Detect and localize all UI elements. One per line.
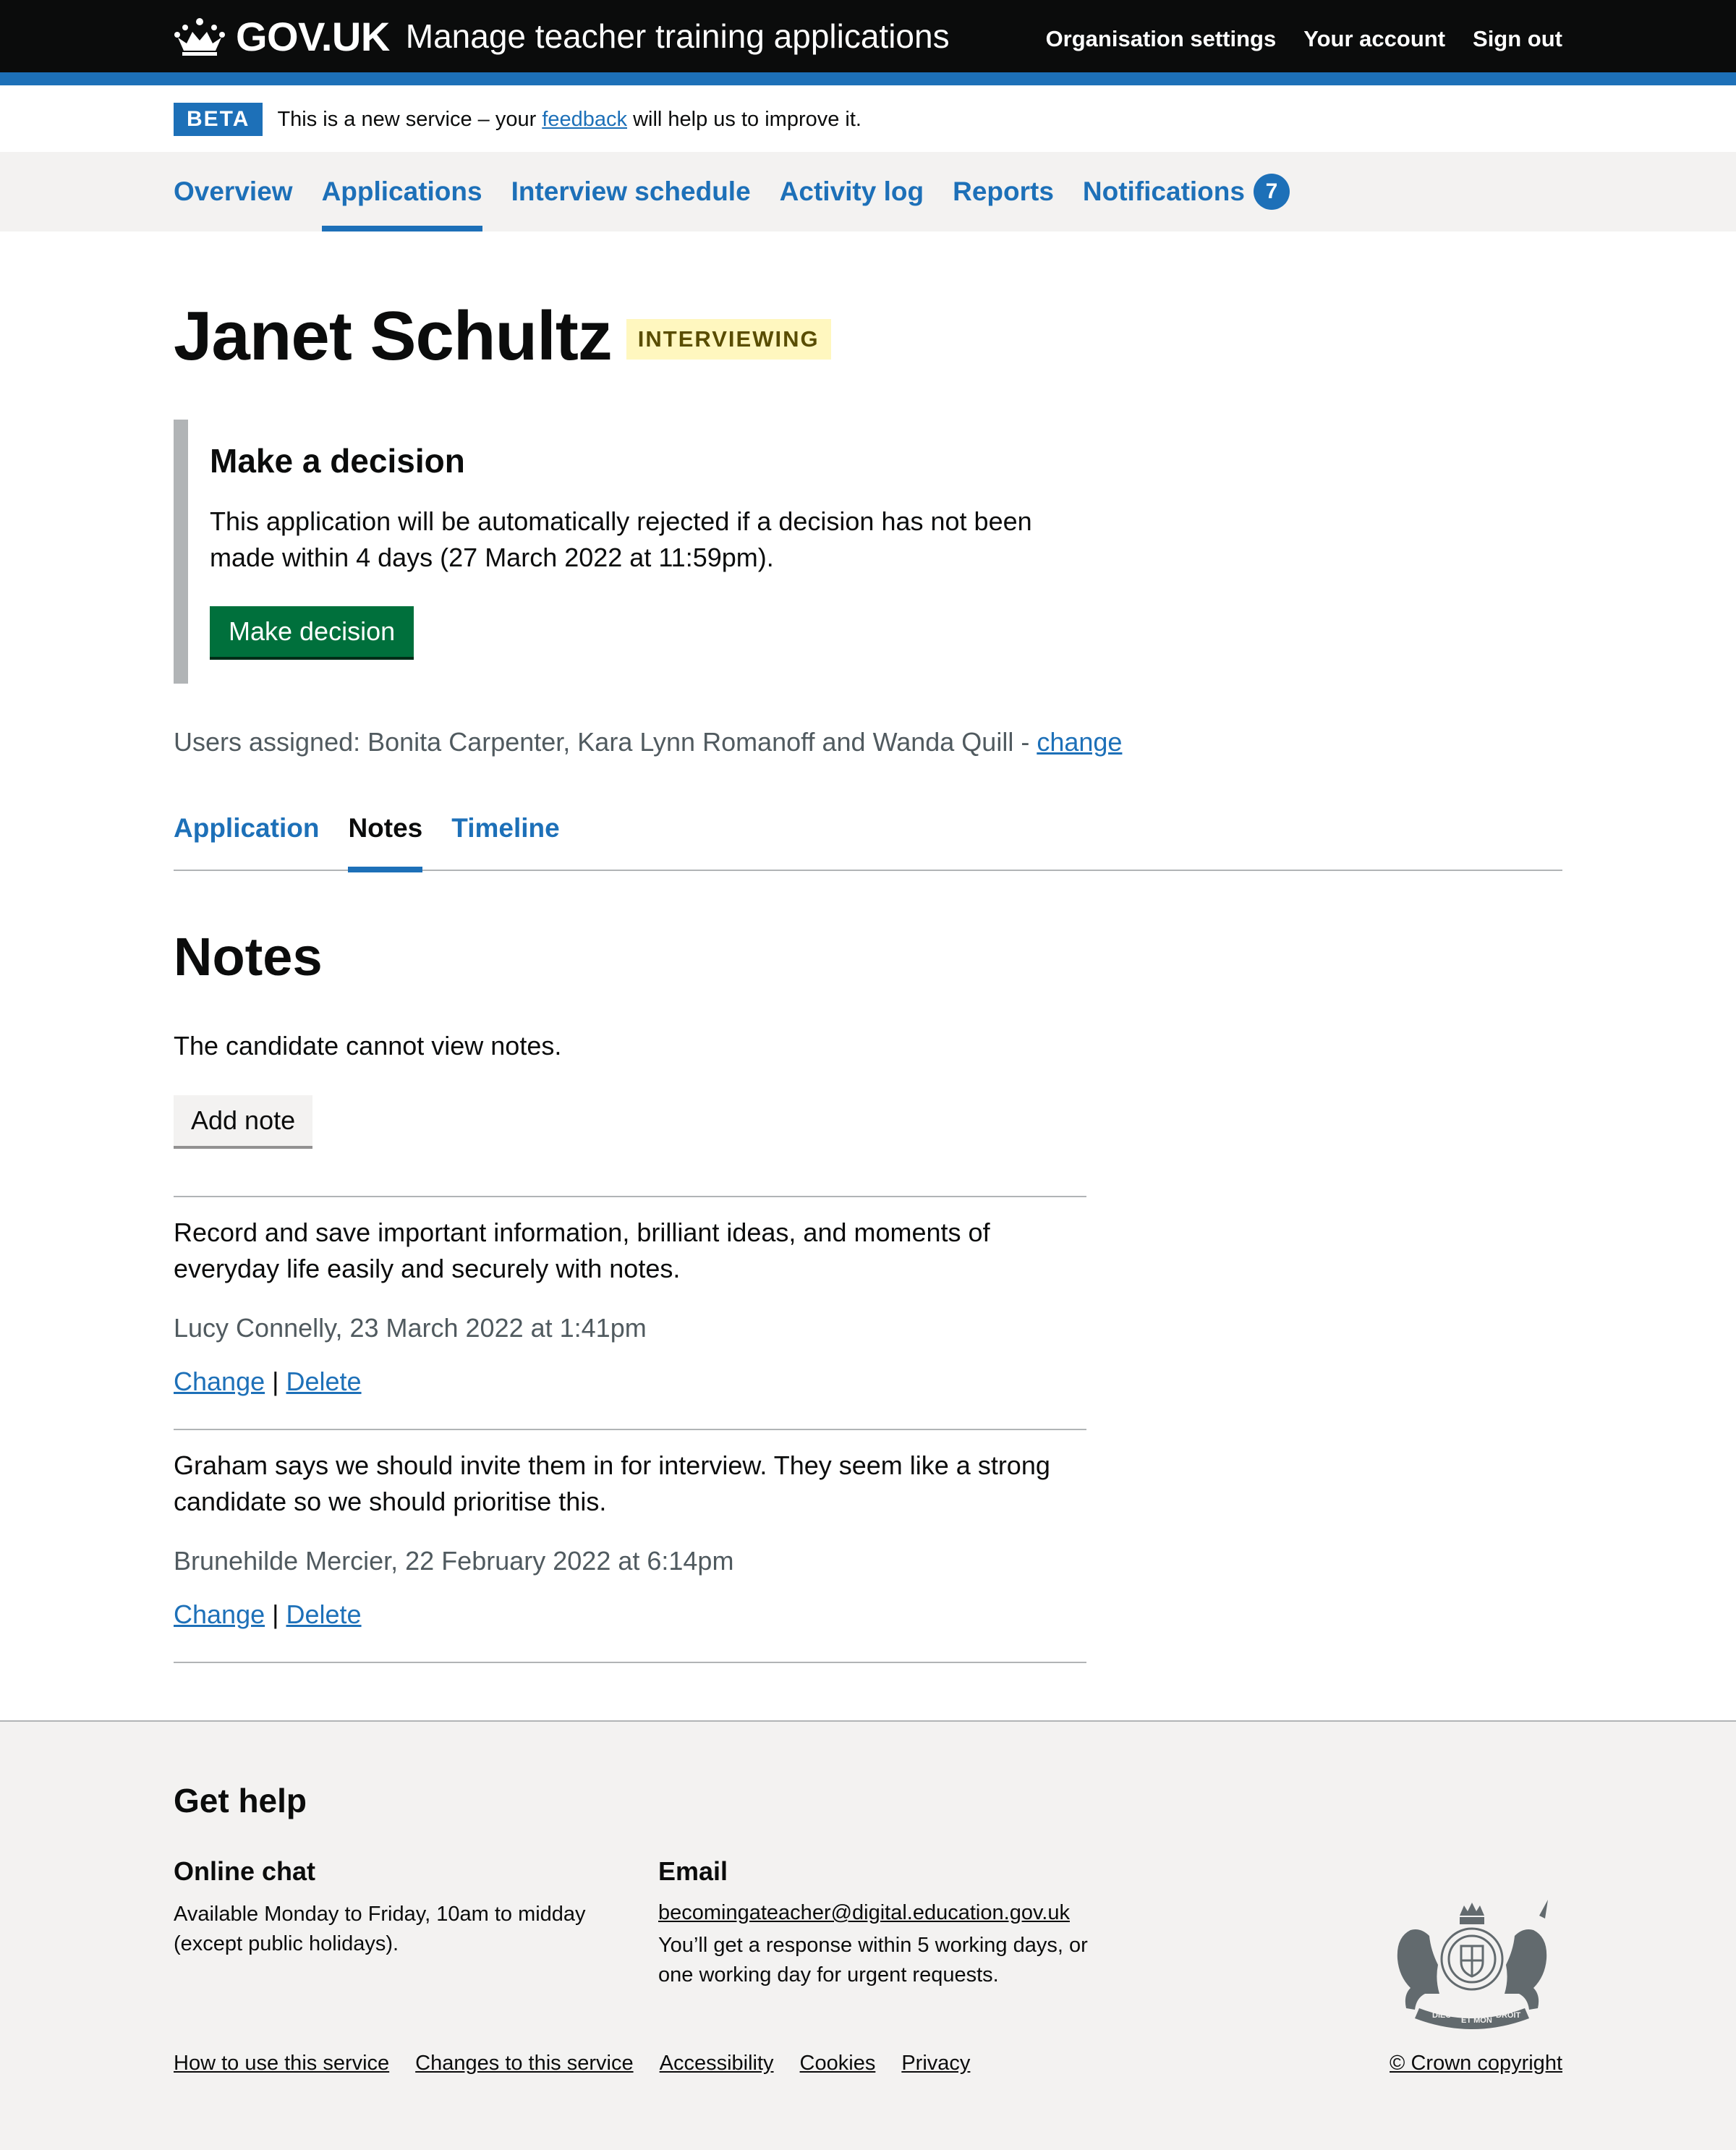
- footer-link-changes[interactable]: Changes to this service: [415, 2052, 633, 2075]
- status-badge: INTERVIEWING: [626, 319, 831, 360]
- note-actions: Change | Delete: [174, 1367, 362, 1396]
- notifications-count-badge: 7: [1253, 174, 1290, 210]
- primary-nav: Overview Applications Interview schedule…: [0, 152, 1736, 231]
- sign-out-link[interactable]: Sign out: [1473, 26, 1562, 52]
- note-text: Graham says we should invite them in for…: [174, 1450, 1050, 1516]
- note-text: Record and save important information, b…: [174, 1218, 990, 1283]
- crown-copyright-link[interactable]: © Crown copyright: [1390, 2052, 1562, 2075]
- add-note-button[interactable]: Add note: [174, 1095, 313, 1146]
- decision-heading: Make a decision: [210, 442, 465, 480]
- delete-note-link[interactable]: Delete: [286, 1367, 362, 1396]
- list-item: Record and save important information, b…: [174, 1197, 1086, 1430]
- online-chat-text: Available Monday to Friday, 10am to midd…: [174, 1903, 586, 1955]
- email-heading: Email: [658, 1856, 728, 1886]
- footer-link-privacy[interactable]: Privacy: [901, 2052, 970, 2075]
- header-blue-bar: [0, 72, 1736, 85]
- beta-text: This is a new service – your feedback wi…: [277, 107, 861, 131]
- tab-notes-link[interactable]: Notes: [348, 813, 422, 844]
- beta-banner: BETA This is a new service – your feedba…: [174, 101, 861, 137]
- site-footer: Get help Online chat Available Monday to…: [0, 1720, 1736, 2150]
- nav-notifications-link[interactable]: Notifications 7: [1083, 174, 1290, 210]
- decision-inset: Make a decision This application will be…: [174, 420, 1114, 684]
- online-chat-heading: Online chat: [174, 1856, 316, 1886]
- your-account-link[interactable]: Your account: [1303, 26, 1445, 52]
- nav-item-reports: Reports: [953, 152, 1054, 231]
- royal-coat-of-arms-icon: DIEU ET MON DROIT: [1397, 1900, 1548, 2029]
- email-link[interactable]: becomingateacher@digital.education.gov.u…: [658, 1901, 1121, 1925]
- tab-application: Application: [174, 796, 319, 871]
- govuk-logo[interactable]: GOV.UK Manage teacher training applicati…: [174, 13, 950, 59]
- tab-notes: Notes: [348, 796, 422, 872]
- footer-link-cookies[interactable]: Cookies: [800, 2052, 876, 2075]
- nav-item-activity-log: Activity log: [780, 152, 924, 231]
- users-assigned: Users assigned: Bonita Carpenter, Kara L…: [174, 727, 1123, 757]
- nav-applications-link[interactable]: Applications: [322, 177, 482, 207]
- decision-text: This application will be automatically r…: [210, 506, 1032, 572]
- service-name[interactable]: Manage teacher training applications: [406, 17, 950, 56]
- tab-application-link[interactable]: Application: [174, 813, 319, 844]
- nav-overview-link[interactable]: Overview: [174, 177, 293, 207]
- nav-item-overview: Overview: [174, 152, 293, 231]
- note-meta: Brunehilde Mercier, 22 February 2022 at …: [174, 1546, 734, 1576]
- email-response-text: You’ll get a response within 5 working d…: [658, 1934, 1088, 1987]
- online-chat-section: Online chat Available Monday to Friday, …: [174, 1856, 637, 1959]
- site-header: GOV.UK Manage teacher training applicati…: [0, 0, 1736, 72]
- change-assigned-link[interactable]: change: [1037, 727, 1122, 757]
- title-row: Janet Schultz INTERVIEWING: [174, 297, 831, 376]
- beta-tag: BETA: [174, 103, 263, 136]
- delete-note-link[interactable]: Delete: [286, 1599, 362, 1629]
- nav-interview-schedule-link[interactable]: Interview schedule: [511, 177, 751, 207]
- notes-list: Record and save important information, b…: [174, 1196, 1086, 1663]
- footer-link-accessibility[interactable]: Accessibility: [660, 2052, 774, 2075]
- change-note-link[interactable]: Change: [174, 1367, 265, 1396]
- note-meta: Lucy Connelly, 23 March 2022 at 1:41pm: [174, 1313, 647, 1343]
- nav-reports-link[interactable]: Reports: [953, 177, 1054, 207]
- feedback-link[interactable]: feedback: [542, 108, 627, 131]
- email-section: Email becomingateacher@digital.education…: [658, 1856, 1121, 1990]
- organisation-settings-link[interactable]: Organisation settings: [1046, 26, 1277, 52]
- footer-link-how-to-use[interactable]: How to use this service: [174, 2052, 389, 2075]
- nav-item-applications: Applications: [321, 152, 482, 231]
- crest-motto-2: ET MON: [1461, 2016, 1492, 2025]
- footer-heading: Get help: [174, 1782, 307, 1819]
- nav-item-interview-schedule: Interview schedule: [511, 152, 751, 231]
- footer-links: How to use this service Changes to this …: [174, 2052, 970, 2075]
- notes-info: The candidate cannot view notes.: [174, 1031, 562, 1061]
- notes-heading: Notes: [174, 927, 323, 987]
- header-nav: Organisation settings Your account Sign …: [1046, 26, 1562, 52]
- tab-timeline: Timeline: [451, 796, 559, 871]
- application-tabs: Application Notes Timeline: [174, 796, 1562, 872]
- nav-item-notifications: Notifications 7: [1083, 152, 1290, 231]
- tab-timeline-link[interactable]: Timeline: [451, 813, 559, 844]
- crown-icon: [174, 18, 225, 56]
- crest-motto-1: DIEU: [1432, 2011, 1451, 2020]
- change-note-link[interactable]: Change: [174, 1599, 265, 1629]
- note-actions: Change | Delete: [174, 1599, 362, 1629]
- crest-motto-3: DROIT: [1496, 2011, 1521, 2020]
- nav-activity-log-link[interactable]: Activity log: [780, 177, 924, 207]
- list-item: Graham says we should invite them in for…: [174, 1430, 1086, 1663]
- logo-text: GOV.UK: [236, 13, 390, 59]
- make-decision-button[interactable]: Make decision: [210, 606, 414, 657]
- page-title: Janet Schultz: [174, 297, 613, 375]
